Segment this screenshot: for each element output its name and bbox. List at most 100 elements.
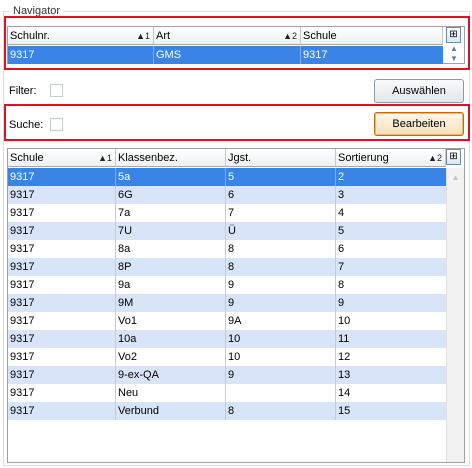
table-row[interactable]: 9317 7a 7 4 [8,204,446,222]
filter-label: Filter: [9,85,37,97]
table-cell-klasse: 5a [116,168,226,186]
sort-asc-icon: ▲2 [283,31,297,41]
column-chooser-icon[interactable]: ⊞ [446,27,461,43]
table-cell-jgst: Ü [226,222,336,240]
table-row[interactable]: 9317 8a 8 6 [8,240,446,258]
table-cell-sort: 3 [338,189,345,201]
table-row[interactable]: 9317 7U Ü 5 [8,222,446,240]
table-cell-jgst [226,384,336,402]
table-row[interactable]: 9317 10a 10 11 [8,330,446,348]
classes-col-schule[interactable]: Schule ▲1 [8,149,116,167]
classes-col-klassenbez-label: Klassenbez. [118,152,178,164]
table-cell-jgst: 7 [226,204,336,222]
table-cell-schule: 9317 [8,366,116,384]
table-row[interactable]: 9317 9-ex-QA 9 13 [8,366,446,384]
classes-grid[interactable]: Schule ▲1 Klassenbez. Jgst. Sortierung ▲… [7,148,465,463]
table-cell-klasse: 8P [116,258,226,276]
table-cell-klasse: Neu [116,384,226,402]
table-cell-klasse: Vo1 [116,312,226,330]
table-cell-schule: 9317 [8,258,116,276]
classes-col-schule-label: Schule [10,152,44,164]
table-cell-schule: 9317 [8,348,116,366]
nav-col-schulnr-label: Schulnr. [10,30,50,42]
sort-asc-icon: ▲2 [428,153,442,163]
table-cell-klasse: Verbund [116,402,226,420]
table-cell-klasse: 7U [116,222,226,240]
table-cell-schule: 9317 [8,168,116,186]
auswaehlen-button[interactable]: Auswählen [374,79,464,103]
nav-col-art[interactable]: Art ▲2 [154,27,301,45]
table-cell-sort: 14 [338,387,351,399]
table-cell-schule: 9317 [8,186,116,204]
nav-col-schulnr[interactable]: Schulnr. ▲1 [8,27,154,45]
table-cell-jgst: 6 [226,186,336,204]
table-cell-sort: 10 [338,315,351,327]
table-cell-jgst: 10 [226,330,336,348]
table-cell-sort: 2 [338,171,345,183]
table-cell-schule: 9317 [8,330,116,348]
table-cell-sort: 4 [338,207,345,219]
scroll-up-icon[interactable]: ▲ [447,173,464,183]
table-cell-schule: 9317 [8,204,116,222]
table-cell-sort: 7 [338,261,345,273]
classes-vertical-scrollbar[interactable]: ▲ [446,168,464,462]
table-cell-sort: 12 [338,351,351,363]
nav-col-schule-label: Schule [303,30,337,42]
table-row[interactable]: 9317 5a 5 2 [8,168,446,186]
classes-col-sortierung[interactable]: Sortierung ▲2 [336,149,446,167]
nav-cell-art: GMS [154,46,301,64]
table-cell-sort: 5 [338,225,345,237]
scroll-down-icon[interactable]: ▼ [448,54,460,64]
table-row[interactable]: 9317 9a 9 8 [8,276,446,294]
table-row[interactable]: 9317 Verbund 8 15 [8,402,446,420]
table-cell-sort: 15 [338,405,351,417]
table-row[interactable]: 9317 Vo2 10 12 [8,348,446,366]
table-cell-klasse: 7a [116,204,226,222]
table-row[interactable]: 9317 Neu 14 [8,384,446,402]
classes-col-klassenbez[interactable]: Klassenbez. [116,149,226,167]
nav-cell-schule: 9317 [303,49,328,61]
table-cell-klasse: 9M [116,294,226,312]
table-cell-jgst: 8 [226,258,336,276]
suche-checkbox[interactable] [50,118,63,131]
sort-asc-icon: ▲1 [136,31,150,41]
table-cell-klasse: Vo2 [116,348,226,366]
nav-cell-schulnr: 9317 [8,46,154,64]
table-cell-jgst: 8 [226,240,336,258]
table-cell-schule: 9317 [8,240,116,258]
table-cell-jgst: 10 [226,348,336,366]
suche-label: Suche: [9,119,44,131]
table-cell-schule: 9317 [8,384,116,402]
table-cell-jgst: 9A [226,312,336,330]
table-cell-sort: 9 [338,297,345,309]
bearbeiten-button[interactable]: Bearbeiten [374,112,464,136]
table-cell-jgst: 9 [226,276,336,294]
table-cell-schule: 9317 [8,276,116,294]
table-cell-jgst: 8 [226,402,336,420]
table-cell-schule: 9317 [8,294,116,312]
table-cell-jgst: 5 [226,168,336,186]
classes-col-jgst[interactable]: Jgst. [226,149,336,167]
table-row[interactable]: 9317 6G 6 3 [8,186,446,204]
table-row[interactable]: 9317 Vo1 9A 10 [8,312,446,330]
table-cell-jgst: 9 [226,366,336,384]
table-row[interactable]: 9317 8P 8 7 [8,258,446,276]
nav-row[interactable]: 9317 GMS 9317 [8,46,443,64]
classes-col-jgst-label: Jgst. [228,152,252,164]
table-cell-schule: 9317 [8,312,116,330]
nav-col-art-label: Art [156,30,171,42]
filter-checkbox[interactable] [50,84,63,97]
table-row[interactable]: 9317 9M 9 9 [8,294,446,312]
sort-asc-icon: ▲1 [98,153,112,163]
column-chooser-icon[interactable]: ⊞ [446,149,461,165]
scroll-up-icon[interactable]: ▲ [448,44,460,54]
nav-col-schule[interactable]: Schule [301,27,443,45]
navigator-grid[interactable]: Schulnr. ▲1 Art ▲2 Schule 9317 GMS 9317 [7,26,465,64]
classes-col-sortierung-label: Sortierung [338,152,389,164]
table-cell-klasse: 10a [116,330,226,348]
table-cell-sort: 8 [338,279,345,291]
table-cell-jgst: 9 [226,294,336,312]
table-cell-schule: 9317 [8,222,116,240]
table-cell-klasse: 8a [116,240,226,258]
table-cell-klasse: 9-ex-QA [116,366,226,384]
